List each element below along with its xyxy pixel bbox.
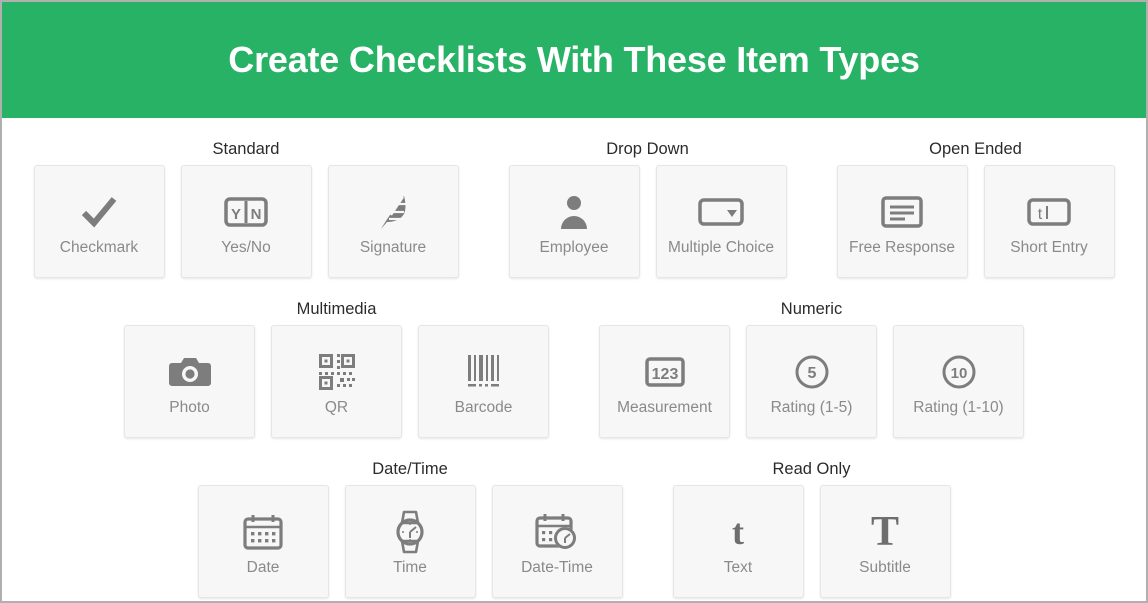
card-label: Date bbox=[246, 558, 280, 576]
lowercase-t-icon: t bbox=[732, 508, 744, 556]
yes-no-icon: Y N bbox=[224, 188, 268, 236]
card-label: Employee bbox=[539, 238, 609, 256]
card-employee[interactable]: Employee bbox=[508, 165, 640, 278]
card-free-response[interactable]: Free Response bbox=[836, 165, 968, 278]
item-type-row: Standard Checkmark Y N Yes/No Signature … bbox=[2, 140, 1146, 278]
header-banner: Create Checklists With These Item Types bbox=[2, 2, 1146, 118]
card-label: QR bbox=[324, 398, 349, 416]
group-standard: Standard Checkmark Y N Yes/No Signature bbox=[33, 140, 459, 278]
card-rating-1-10[interactable]: 10 Rating (1-10) bbox=[893, 325, 1024, 438]
card-short-entry[interactable]: t Short Entry bbox=[983, 165, 1115, 278]
card-multiple-choice[interactable]: Multiple Choice bbox=[655, 165, 787, 278]
card-date-time[interactable]: Date-Time bbox=[491, 485, 623, 598]
item-type-row: Multimedia Photo QR Barcode Numeric 123 … bbox=[2, 300, 1146, 438]
card-list: Free Response t Short Entry bbox=[836, 165, 1115, 278]
uppercase-t-glyph: T bbox=[870, 508, 899, 555]
group-label: Multimedia bbox=[296, 300, 377, 318]
checkmark-icon bbox=[79, 188, 119, 236]
card-checkmark[interactable]: Checkmark bbox=[33, 165, 165, 278]
card-label: Multiple Choice bbox=[668, 238, 774, 256]
svg-text:5: 5 bbox=[807, 365, 816, 382]
card-label: Photo bbox=[169, 398, 210, 416]
page-title: Create Checklists With These Item Types bbox=[228, 39, 920, 80]
card-label: Free Response bbox=[849, 238, 955, 256]
content-area: Standard Checkmark Y N Yes/No Signature … bbox=[2, 118, 1146, 598]
group-label: Date/Time bbox=[372, 460, 448, 478]
circle-number-icon: 5 bbox=[794, 348, 830, 396]
number-box-icon: 123 bbox=[644, 348, 686, 396]
dropdown-box-icon bbox=[698, 188, 744, 236]
card-label: Rating (1-10) bbox=[913, 398, 1004, 416]
card-label: Text bbox=[723, 558, 753, 576]
feather-signature-icon bbox=[373, 188, 413, 236]
group-label: Open Ended bbox=[929, 140, 1022, 158]
card-list: Employee Multiple Choice bbox=[508, 165, 787, 278]
group-label: Drop Down bbox=[606, 140, 689, 158]
svg-text:123: 123 bbox=[651, 366, 678, 383]
card-label: Rating (1-5) bbox=[770, 398, 853, 416]
svg-text:N: N bbox=[251, 206, 262, 223]
card-label: Time bbox=[393, 558, 427, 576]
item-type-row: Date/Time Date Time Date-Time Read Only … bbox=[2, 460, 1146, 598]
card-photo[interactable]: Photo bbox=[124, 325, 255, 438]
group-multimedia: Multimedia Photo QR Barcode bbox=[124, 300, 549, 438]
card-barcode[interactable]: Barcode bbox=[418, 325, 549, 438]
qr-code-icon bbox=[318, 348, 356, 396]
card-label: Short Entry bbox=[1010, 238, 1088, 256]
card-label: Yes/No bbox=[221, 238, 271, 256]
lowercase-t-glyph: t bbox=[732, 511, 744, 552]
card-list: t Text T Subtitle bbox=[672, 485, 951, 598]
card-label: Barcode bbox=[454, 398, 513, 416]
text-lines-box-icon bbox=[881, 188, 923, 236]
card-label: Measurement bbox=[617, 398, 712, 416]
card-list: Photo QR Barcode bbox=[124, 325, 549, 438]
card-label: Signature bbox=[359, 238, 427, 256]
group-numeric: Numeric 123 Measurement 5 Rating (1-5) 1… bbox=[599, 300, 1024, 438]
group-label: Standard bbox=[212, 140, 280, 158]
card-measurement[interactable]: 123 Measurement bbox=[599, 325, 730, 438]
group-label: Numeric bbox=[780, 300, 843, 318]
infographic-page: Create Checklists With These Item Types … bbox=[0, 0, 1148, 603]
svg-text:t: t bbox=[1038, 206, 1043, 223]
card-yes-no[interactable]: Y N Yes/No bbox=[180, 165, 312, 278]
calendar-clock-icon bbox=[534, 508, 580, 556]
group-open-ended: Open Ended Free Response t Short Entry bbox=[836, 140, 1115, 278]
group-drop-down: Drop Down Employee Multiple Choice bbox=[508, 140, 787, 278]
circle-number-icon: 10 bbox=[941, 348, 977, 396]
card-label: Date-Time bbox=[521, 558, 593, 576]
card-rating-1-5[interactable]: 5 Rating (1-5) bbox=[746, 325, 877, 438]
card-label: Checkmark bbox=[59, 238, 139, 256]
card-list: Checkmark Y N Yes/No Signature bbox=[33, 165, 459, 278]
group-label: Read Only bbox=[772, 460, 851, 478]
watch-icon bbox=[393, 508, 427, 556]
text-field-cursor-icon: t bbox=[1027, 188, 1071, 236]
svg-text:Y: Y bbox=[231, 206, 241, 223]
card-date[interactable]: Date bbox=[197, 485, 329, 598]
calendar-icon bbox=[242, 508, 284, 556]
card-list: Date Time Date-Time bbox=[197, 485, 623, 598]
card-subtitle[interactable]: T Subtitle bbox=[819, 485, 951, 598]
barcode-icon bbox=[464, 348, 504, 396]
card-qr[interactable]: QR bbox=[271, 325, 402, 438]
camera-icon bbox=[168, 348, 212, 396]
card-text[interactable]: t Text bbox=[672, 485, 804, 598]
card-time[interactable]: Time bbox=[344, 485, 476, 598]
group-date-time: Date/Time Date Time Date-Time bbox=[197, 460, 623, 598]
group-read-only: Read Only t Text T Subtitle bbox=[672, 460, 951, 598]
uppercase-t-icon: T bbox=[871, 508, 899, 556]
card-list: 123 Measurement 5 Rating (1-5) 10 Rating… bbox=[599, 325, 1024, 438]
card-label: Subtitle bbox=[859, 558, 911, 576]
person-icon bbox=[559, 188, 589, 236]
card-signature[interactable]: Signature bbox=[327, 165, 459, 278]
svg-text:10: 10 bbox=[950, 365, 967, 382]
